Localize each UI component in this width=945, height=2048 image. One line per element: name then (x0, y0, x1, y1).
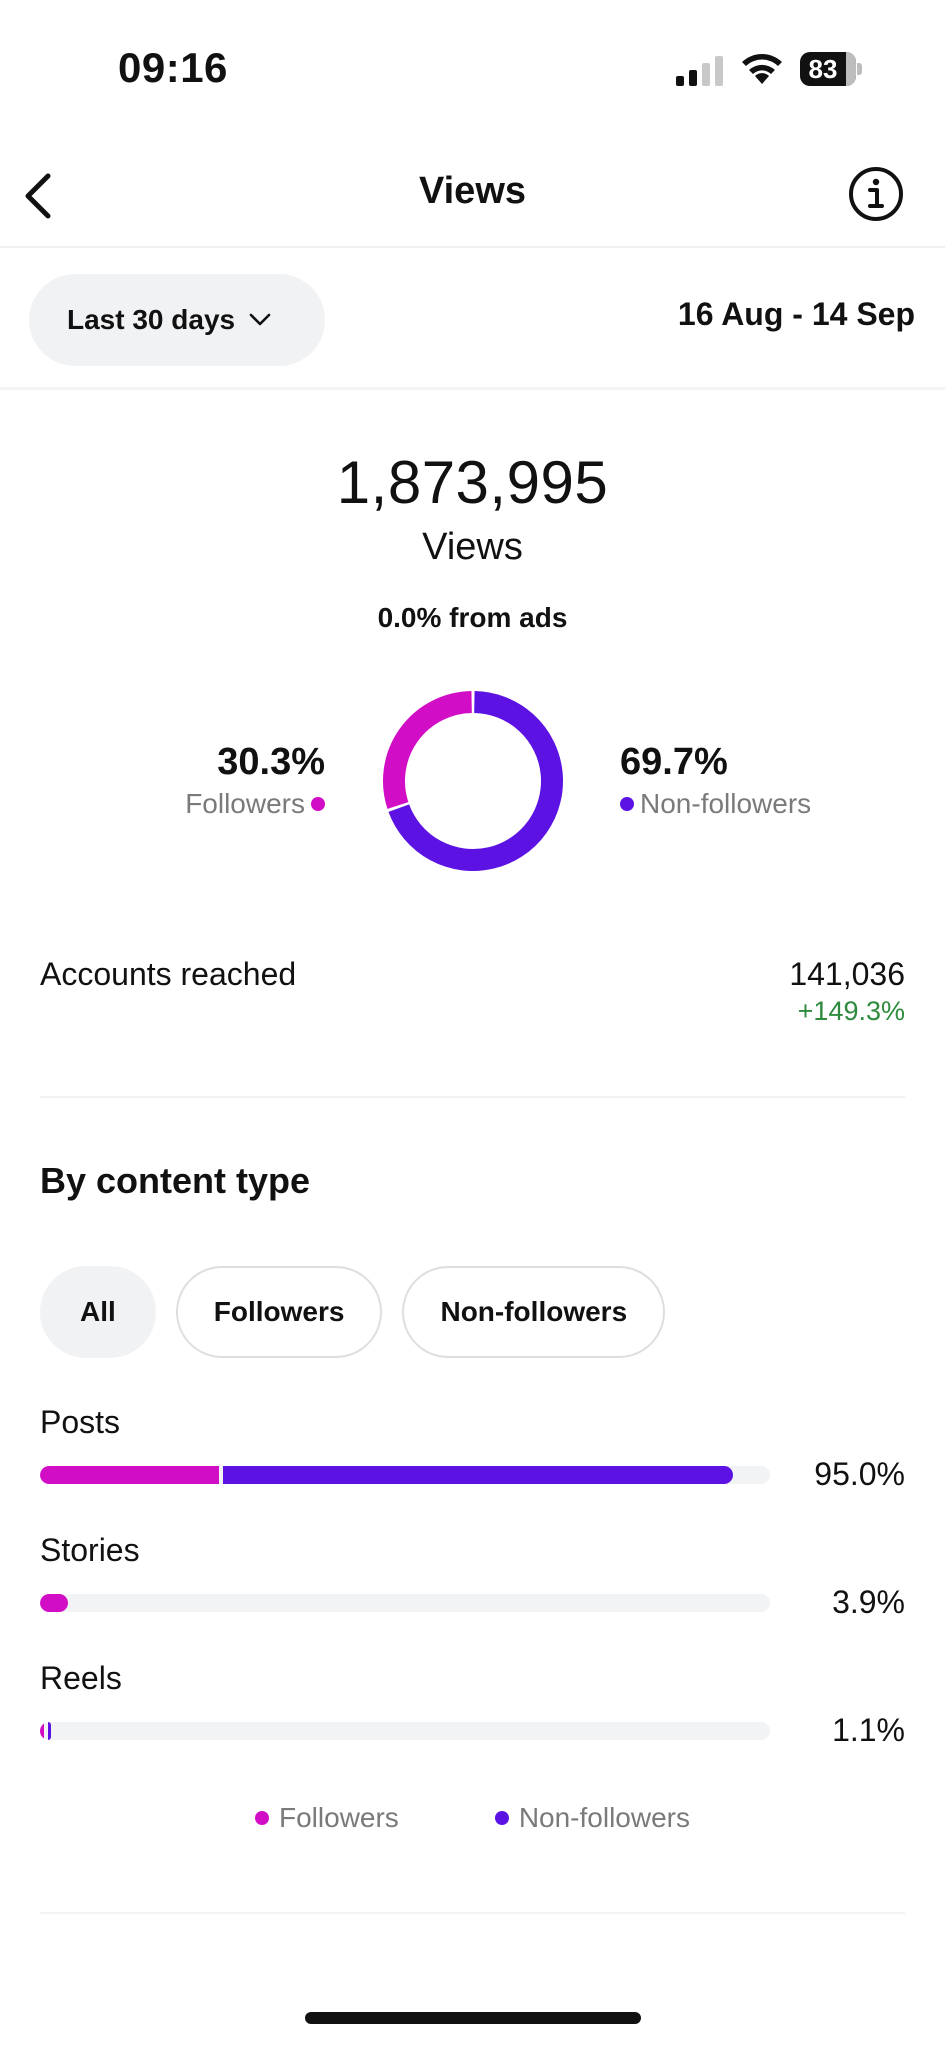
content-row-bar (40, 1466, 770, 1484)
total-views-label: Views (422, 526, 523, 568)
tab-all[interactable]: All (40, 1266, 156, 1358)
content-row-label: Posts (40, 1404, 121, 1440)
legend-item-non-followers: Non-followers (494, 1802, 690, 1834)
date-range-label: Last 30 days (67, 304, 236, 335)
followers-dot-icon (255, 1811, 269, 1825)
cellular-signal-icon (676, 56, 723, 86)
followers-label: Followers (185, 788, 305, 819)
battery-icon: 83 (800, 52, 862, 86)
ads-share-note: 0.0% from ads (377, 602, 568, 633)
battery-level: 83 (808, 54, 838, 84)
legend-item-followers: Followers (255, 1802, 399, 1834)
status-time: 09:16 (118, 44, 228, 91)
views-donut-chart (383, 691, 563, 871)
content-row-percent: 1.1% (832, 1712, 905, 1748)
content-type-tabs: All Followers Non-followers (40, 1266, 666, 1358)
date-filter-row: Last 30 days 16 Aug - 14 Sep (0, 250, 945, 390)
bar-segment-non-followers (48, 1722, 52, 1740)
non-followers-dot-icon (494, 1811, 509, 1825)
tab-non-followers[interactable]: Non-followers (402, 1266, 666, 1358)
total-views-value: 1,873,995 (336, 449, 609, 516)
bar-segment-followers (40, 1722, 45, 1740)
content-row-percent: 3.9% (832, 1584, 905, 1620)
legend-label-followers: Followers (279, 1802, 399, 1833)
divider (40, 1912, 905, 1914)
info-icon[interactable] (848, 166, 904, 222)
divider (40, 1096, 905, 1098)
accounts-reached-label: Accounts reached (40, 956, 297, 992)
top-navigation-bar: Views (0, 140, 945, 248)
chart-legend: Followers Non-followers (0, 1802, 945, 1834)
non-followers-share: 69.7% Non-followers (620, 740, 811, 820)
bar-segment-followers (40, 1594, 69, 1612)
non-followers-dot-icon (620, 797, 634, 811)
legend-label-non-followers: Non-followers (518, 1802, 690, 1833)
wifi-icon (742, 54, 782, 84)
content-row-label: Stories (40, 1532, 140, 1568)
followers-dot-icon (311, 797, 325, 811)
chevron-down-icon (249, 313, 271, 326)
donut-segment-followers (383, 691, 473, 809)
section-title: By content type (40, 1160, 311, 1201)
followers-share: 30.3% Followers (185, 740, 325, 820)
page-title: Views (418, 170, 527, 212)
bar-segment-followers (40, 1466, 219, 1484)
non-followers-percent: 69.7% (620, 741, 728, 783)
status-bar: 09:16 83 (0, 0, 945, 120)
followers-percent: 30.3% (217, 741, 325, 783)
content-row-percent: 95.0% (814, 1456, 905, 1492)
bar-segment-non-followers (222, 1466, 734, 1484)
home-indicator[interactable] (305, 2012, 641, 2024)
content-row-label: Reels (40, 1660, 122, 1696)
content-row-bar (40, 1722, 770, 1740)
tab-followers[interactable]: Followers (175, 1266, 383, 1358)
date-range-text: 16 Aug - 14 Sep (677, 296, 915, 332)
accounts-reached-value: 141,036 (789, 956, 905, 992)
date-range-dropdown[interactable]: Last 30 days (29, 274, 325, 366)
accounts-reached-change: +149.3% (797, 996, 905, 1026)
non-followers-label: Non-followers (640, 788, 812, 819)
content-row-bar (40, 1594, 770, 1612)
